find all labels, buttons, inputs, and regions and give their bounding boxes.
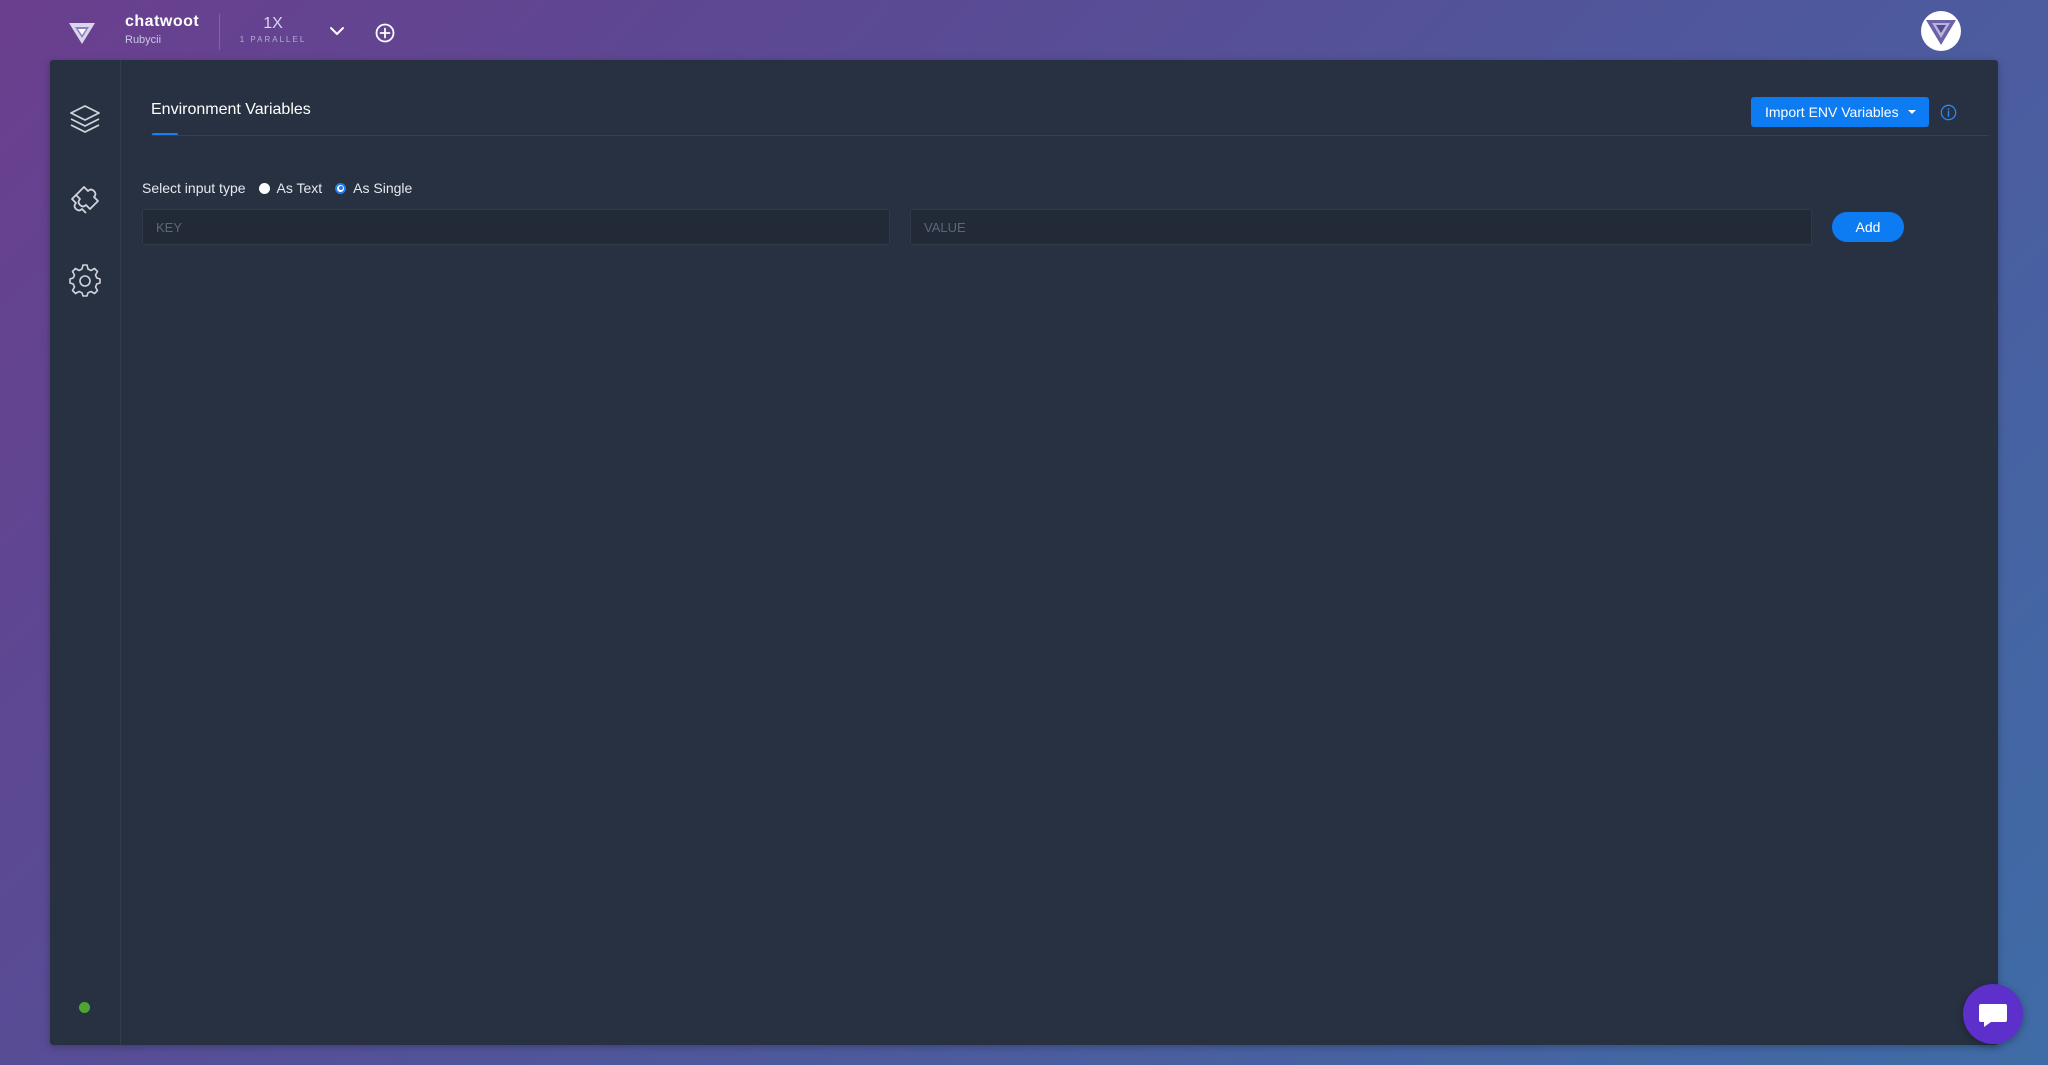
add-button[interactable]: Add <box>1832 212 1904 242</box>
triangle-logo-icon[interactable] <box>68 20 96 46</box>
info-icon[interactable] <box>1940 104 1957 121</box>
layers-icon[interactable] <box>68 102 102 136</box>
value-input[interactable] <box>910 209 1812 245</box>
tab-environment-variables[interactable]: Environment Variables <box>151 100 311 120</box>
radio-as-text[interactable]: As Text <box>258 178 323 198</box>
parallel-indicator: 1X 1 PARALLEL <box>236 14 310 46</box>
key-input[interactable] <box>142 209 890 245</box>
puzzle-icon[interactable] <box>68 183 102 217</box>
plus-circle-icon[interactable] <box>374 22 396 44</box>
chat-launcher-button[interactable] <box>1963 984 2023 1044</box>
sidebar <box>50 60 121 1045</box>
top-bar: chatwoot Rubycii 1X 1 PARALLEL <box>0 0 2048 60</box>
project-name: chatwoot <box>125 13 200 30</box>
parallel-value: 1X <box>263 15 283 32</box>
import-button-label: Import ENV Variables <box>1765 104 1899 120</box>
header-divider <box>219 14 220 50</box>
content-area: Environment Variables Import ENV Variabl… <box>121 60 1998 1045</box>
organization-name: Rubycii <box>125 34 162 46</box>
triangle-logo-icon <box>1926 20 1956 45</box>
chevron-down-icon[interactable] <box>328 22 346 40</box>
radio-button[interactable] <box>258 182 270 194</box>
radio-label: As Text <box>276 180 323 196</box>
status-indicator <box>79 1002 90 1013</box>
input-type-label: Select input type <box>142 180 246 196</box>
avatar[interactable] <box>1921 11 1961 51</box>
tab-divider <box>151 135 1989 136</box>
radio-as-single[interactable]: As Single <box>335 178 412 198</box>
input-type-selector: Select input type As Text As Single <box>142 178 412 198</box>
project-selector[interactable]: chatwoot Rubycii <box>125 12 199 48</box>
gear-icon[interactable] <box>68 264 102 298</box>
import-env-variables-button[interactable]: Import ENV Variables <box>1751 97 1929 127</box>
caret-down-icon <box>1908 110 1916 114</box>
main-panel: Environment Variables Import ENV Variabl… <box>50 60 1998 1045</box>
parallel-label: 1 PARALLEL <box>239 35 307 44</box>
radio-button-checked[interactable] <box>335 182 347 194</box>
radio-label: As Single <box>353 180 413 196</box>
chat-bubble-icon <box>1979 1004 2007 1027</box>
